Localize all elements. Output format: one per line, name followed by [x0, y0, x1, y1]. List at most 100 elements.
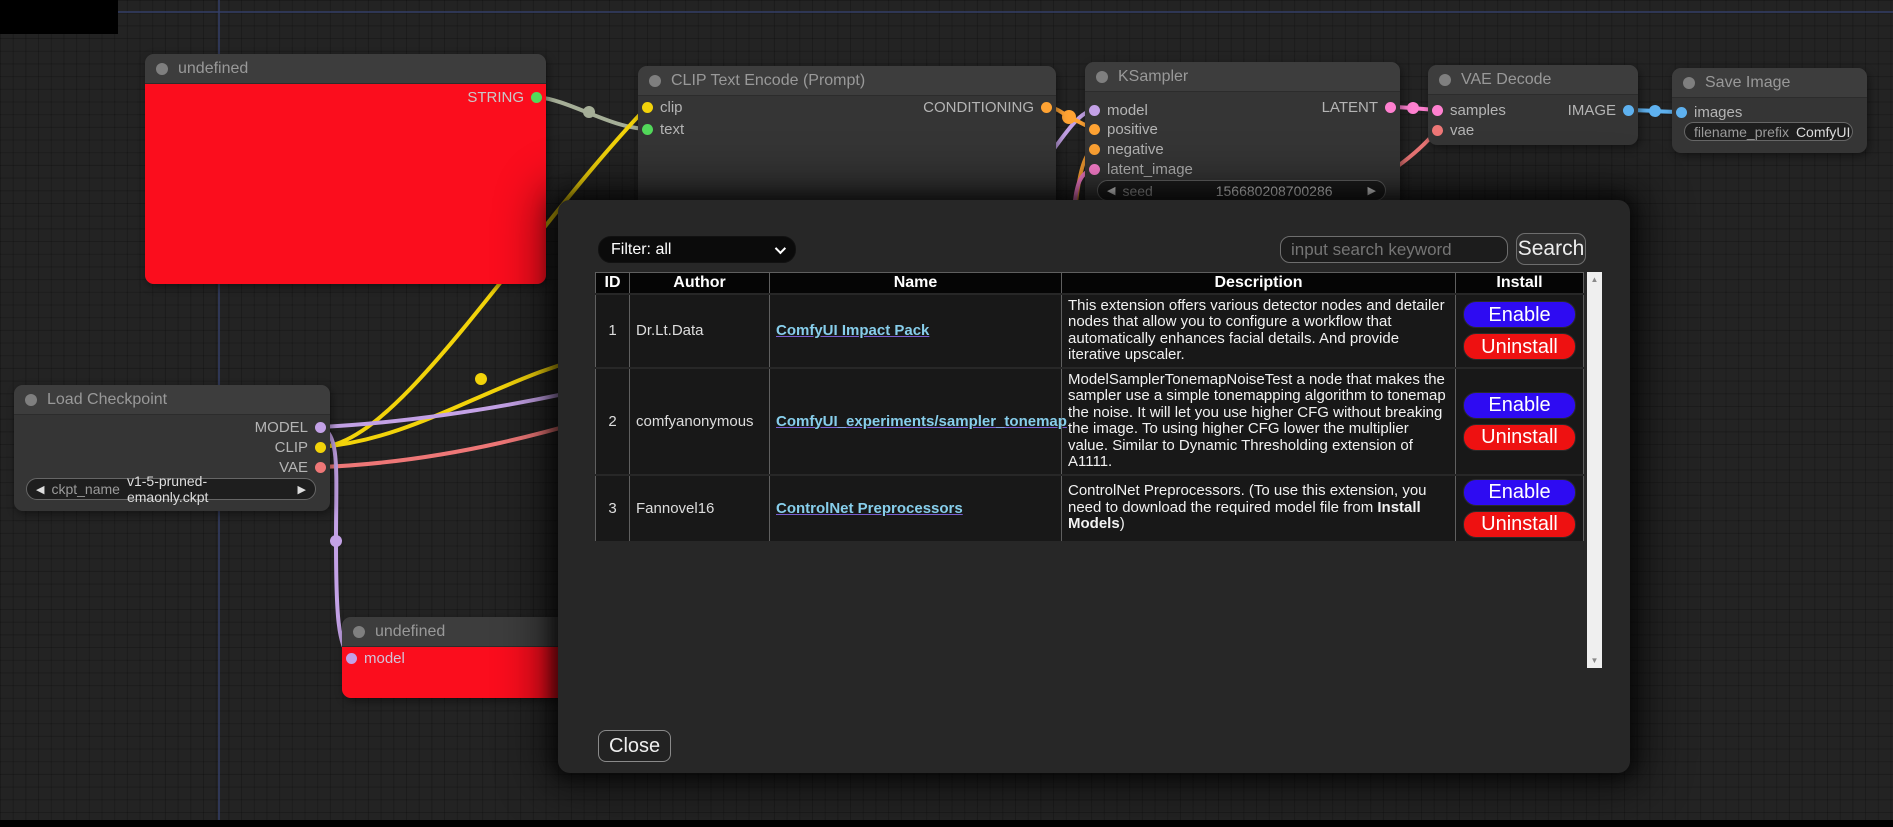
uninstall-button[interactable]: Uninstall	[1463, 511, 1576, 538]
column-header-name: Name	[770, 273, 1062, 294]
widget-decrement-icon[interactable]: ◀	[1107, 184, 1115, 197]
wire-dot-image[interactable]	[1649, 105, 1661, 117]
output-label: CONDITIONING	[923, 99, 1034, 116]
output-dot-clip[interactable]	[315, 442, 326, 453]
node-title-bar[interactable]: VAE Decode	[1428, 65, 1638, 95]
scrollbar-up-icon[interactable]: ▲	[1587, 275, 1602, 284]
widget-value: ComfyUI	[1796, 124, 1850, 140]
output-dot-latent[interactable]	[1385, 102, 1396, 113]
filter-select[interactable]: Filter: all	[598, 236, 796, 263]
cell-id: 3	[596, 475, 630, 542]
wire-dot-conditioning[interactable]	[1062, 110, 1076, 124]
node-status-dot	[1683, 77, 1695, 89]
output-label: VAE	[279, 459, 308, 476]
close-button[interactable]: Close	[598, 730, 671, 762]
column-header-description: Description	[1062, 273, 1456, 294]
input-dot-positive[interactable]	[1089, 124, 1100, 135]
node-body: model positive negative latent_image LAT…	[1085, 92, 1400, 207]
output-dot-conditioning[interactable]	[1041, 102, 1052, 113]
cell-author: comfyanonymous	[630, 368, 770, 475]
cell-description: This extension offers various detector n…	[1062, 294, 1456, 368]
input-dot-clip[interactable]	[642, 102, 653, 113]
cell-author: Fannovel16	[630, 475, 770, 542]
cell-id: 2	[596, 368, 630, 475]
extension-table-zone: IDAuthorNameDescriptionInstall 1Dr.Lt.Da…	[595, 272, 1603, 668]
input-label: model	[1107, 102, 1148, 119]
canvas-bottom-edge	[0, 820, 1893, 827]
widget-increment-icon[interactable]: ▶	[1368, 184, 1376, 197]
extension-link[interactable]: ComfyUI Impact Pack	[776, 322, 929, 339]
cell-name: ControlNet Preprocessors	[770, 475, 1062, 542]
node-title-bar[interactable]: undefined	[145, 54, 546, 84]
cell-install: Enable Uninstall	[1456, 368, 1584, 475]
node-body: images filename_prefix ComfyUI	[1672, 98, 1867, 153]
extension-row: 1Dr.Lt.DataComfyUI Impact PackThis exten…	[596, 294, 1584, 368]
input-dot-images[interactable]	[1676, 107, 1687, 118]
input-label: clip	[660, 99, 683, 116]
node-title: CLIP Text Encode (Prompt)	[671, 72, 865, 90]
filter-select-value: Filter: all	[611, 241, 671, 259]
widget-increment-icon[interactable]: ▶	[298, 483, 306, 496]
widget-label: ckpt_name	[51, 481, 119, 497]
column-header-install: Install	[1456, 273, 1584, 294]
seed-widget[interactable]: ◀ seed 156680208700286 ▶	[1097, 180, 1386, 201]
widget-decrement-icon[interactable]: ◀	[36, 483, 44, 496]
uninstall-button[interactable]: Uninstall	[1463, 424, 1576, 451]
node-title-bar[interactable]: KSampler	[1085, 62, 1400, 92]
node-title-bar[interactable]: Load Checkpoint	[14, 385, 330, 415]
input-dot-text[interactable]	[642, 124, 653, 135]
input-dot-model[interactable]	[1089, 105, 1100, 116]
canvas-corner-mask	[0, 0, 118, 34]
node-title-bar[interactable]: Save Image	[1672, 68, 1867, 98]
input-label: images	[1694, 104, 1742, 121]
output-label: CLIP	[275, 439, 308, 456]
enable-button[interactable]: Enable	[1463, 479, 1576, 506]
enable-button[interactable]: Enable	[1463, 392, 1576, 419]
extension-table-body: 1Dr.Lt.DataComfyUI Impact PackThis exten…	[596, 294, 1584, 542]
node-save-image[interactable]: Save Image images filename_prefix ComfyU…	[1672, 68, 1867, 153]
ckpt-name-widget[interactable]: ◀ ckpt_name v1-5-pruned-emaonly.ckpt ▶	[26, 478, 316, 500]
extension-table-header-row: IDAuthorNameDescriptionInstall	[596, 273, 1584, 294]
widget-value: v1-5-pruned-emaonly.ckpt	[127, 473, 263, 505]
node-ksampler[interactable]: KSampler model positive negative latent_…	[1085, 62, 1400, 207]
search-button[interactable]: Search	[1516, 233, 1586, 265]
node-title: KSampler	[1118, 68, 1188, 86]
cell-name: ComfyUI_experiments/sampler_tonemap	[770, 368, 1062, 475]
input-dot-negative[interactable]	[1089, 144, 1100, 155]
scrollbar-down-icon[interactable]: ▼	[1587, 656, 1602, 665]
output-dot-vae[interactable]	[315, 462, 326, 473]
input-dot-latent-image[interactable]	[1089, 164, 1100, 175]
cell-install: Enable Uninstall	[1456, 294, 1584, 368]
extension-link[interactable]: ComfyUI_experiments/sampler_tonemap	[776, 413, 1067, 430]
column-header-id: ID	[596, 273, 630, 294]
table-scrollbar[interactable]: ▲ ▼	[1587, 272, 1602, 668]
wire-dot-string[interactable]	[583, 106, 595, 118]
node-title: Load Checkpoint	[47, 391, 167, 409]
enable-button[interactable]: Enable	[1463, 301, 1576, 328]
output-dot-image[interactable]	[1623, 105, 1634, 116]
search-input[interactable]	[1280, 236, 1508, 263]
filename-prefix-widget[interactable]: filename_prefix ComfyUI	[1684, 122, 1853, 141]
input-label: samples	[1450, 102, 1506, 119]
output-dot-model[interactable]	[315, 422, 326, 433]
node-title: Save Image	[1705, 74, 1790, 92]
node-title-bar[interactable]: CLIP Text Encode (Prompt)	[638, 66, 1056, 96]
wire-dot-latent[interactable]	[1407, 102, 1419, 114]
extension-row: 3Fannovel16ControlNet PreprocessorsContr…	[596, 475, 1584, 542]
node-undefined-1[interactable]: undefined STRING	[145, 54, 546, 284]
cell-name: ComfyUI Impact Pack	[770, 294, 1062, 368]
uninstall-button[interactable]: Uninstall	[1463, 333, 1576, 360]
extension-link[interactable]: ControlNet Preprocessors	[776, 500, 963, 517]
node-load-checkpoint[interactable]: Load Checkpoint MODEL CLIP VAE ◀ ckpt_na…	[14, 385, 330, 511]
wire-dot-clip[interactable]	[475, 373, 487, 385]
cell-id: 1	[596, 294, 630, 368]
input-dot-model[interactable]	[346, 653, 357, 664]
output-dot-string[interactable]	[531, 92, 542, 103]
wire-dot-model[interactable]	[330, 535, 342, 547]
node-status-dot	[25, 394, 37, 406]
input-dot-samples[interactable]	[1432, 105, 1443, 116]
node-title: VAE Decode	[1461, 71, 1551, 89]
input-dot-vae[interactable]	[1432, 125, 1443, 136]
custom-nodes-manager-dialog: Filter: all Search IDAuthorNameDescripti…	[558, 200, 1630, 773]
node-vae-decode[interactable]: VAE Decode samples vae IMAGE	[1428, 65, 1638, 145]
